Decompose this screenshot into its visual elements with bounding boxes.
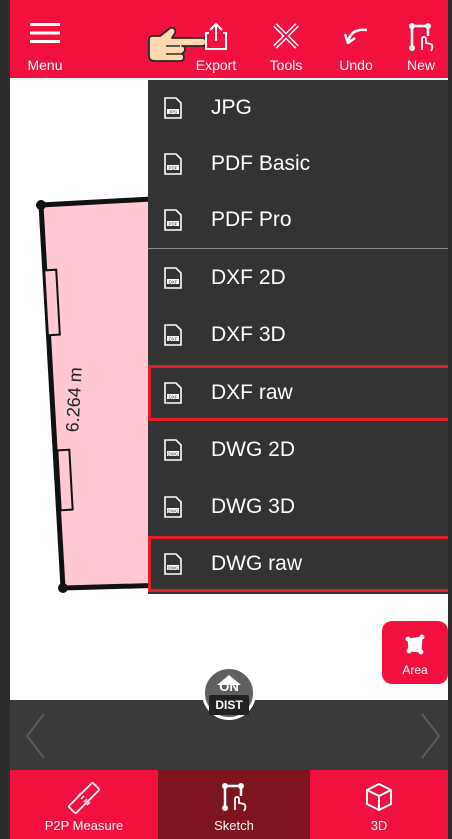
window-lower (56, 448, 74, 512)
svg-text:PDF: PDF (169, 221, 178, 226)
file-icon: JPG (164, 97, 182, 124)
tab-3d[interactable]: 3D (310, 770, 448, 839)
menu-item-label: PDF Pro (211, 208, 292, 231)
new-button[interactable]: New (394, 0, 448, 78)
svg-text:PDF: PDF (169, 165, 178, 170)
tools-icon (272, 22, 300, 55)
svg-text:DXF: DXF (169, 279, 178, 284)
export-item-dxf-raw[interactable]: DXF DXF raw (148, 365, 452, 421)
screen-edge (448, 0, 452, 839)
menu-divider (148, 248, 452, 249)
export-item-dxf-3d[interactable]: DXF DXF 3D (148, 307, 452, 363)
export-button[interactable]: Export (186, 0, 246, 78)
svg-text:JPG: JPG (169, 109, 178, 114)
share-export-icon (205, 22, 227, 55)
area-label: Area (402, 663, 428, 677)
file-icon: DXF (164, 382, 182, 409)
tab-label: 3D (370, 818, 388, 833)
svg-text:DWG: DWG (168, 565, 179, 570)
on-label: ON (219, 679, 239, 694)
chevron-left-icon[interactable] (24, 712, 46, 765)
file-icon: DXF (164, 267, 182, 294)
menu-item-label: JPG (211, 96, 252, 119)
svg-text:DWG: DWG (168, 508, 179, 513)
app-frame: Menu Export Tools Undo New 6.264 m JPG J… (0, 0, 452, 839)
tools-label: Tools (269, 57, 303, 73)
screen-edge (0, 0, 10, 839)
tab-label: Sketch (214, 818, 254, 833)
corner-point[interactable] (58, 583, 68, 593)
new-label: New (406, 57, 435, 73)
file-icon: DWG (164, 553, 182, 580)
file-icon: DWG (164, 439, 182, 466)
file-icon: PDF (164, 209, 182, 236)
ondist-button[interactable]: ON DIST (202, 666, 256, 720)
menu-item-label: DWG 2D (211, 438, 295, 461)
tab-sketch[interactable]: Sketch (158, 770, 310, 839)
tab-p2p-measure[interactable]: P2P Measure (10, 770, 158, 839)
undo-button[interactable]: Undo (326, 0, 386, 78)
hamburger-icon (30, 22, 60, 49)
menu-item-label: DXF 2D (211, 266, 286, 289)
svg-text:DWG: DWG (168, 451, 179, 456)
tab-label: P2P Measure (44, 818, 124, 833)
new-sketch-icon (408, 22, 434, 57)
area-icon (404, 634, 426, 661)
bottom-tab-bar: P2P Measure Sketch 3D (10, 770, 448, 839)
export-item-dwg-raw[interactable]: DWG DWG raw (148, 536, 452, 592)
menu-button[interactable]: Menu (10, 0, 80, 78)
export-item-jpg[interactable]: JPG JPG (148, 80, 452, 136)
svg-text:DXF: DXF (169, 336, 178, 341)
menu-item-label: DWG raw (211, 552, 302, 575)
export-item-dwg-2d[interactable]: DWG DWG 2D (148, 422, 452, 478)
ruler-icon (67, 781, 101, 819)
menu-item-label: DWG 3D (211, 495, 295, 518)
export-item-pdf-pro[interactable]: PDF PDF Pro (148, 192, 452, 248)
export-item-pdf-basic[interactable]: PDF PDF Basic (148, 136, 452, 192)
area-button[interactable]: Area (382, 621, 448, 684)
sketch-icon (221, 782, 247, 817)
file-icon: DXF (164, 324, 182, 351)
wall-measurement[interactable]: 6.264 m (62, 367, 85, 433)
dist-label: DIST (209, 695, 249, 715)
export-item-dwg-3d[interactable]: DWG DWG 3D (148, 479, 452, 535)
menu-item-label: PDF Basic (211, 152, 311, 175)
export-dropdown-menu: JPG JPG PDF PDF Basic PDF PDF Pro DXF DX… (148, 80, 452, 594)
file-icon: DWG (164, 496, 182, 523)
tools-button[interactable]: Tools (256, 0, 316, 78)
export-label: Export (195, 57, 237, 73)
svg-text:DXF: DXF (169, 394, 178, 399)
chevron-right-icon[interactable] (420, 712, 442, 765)
undo-label: Undo (339, 57, 373, 73)
cube-icon (364, 782, 394, 817)
menu-item-label: DXF 3D (211, 323, 286, 346)
file-icon: PDF (164, 153, 182, 180)
window-upper (43, 268, 61, 337)
export-item-dxf-2d[interactable]: DXF DXF 2D (148, 250, 452, 306)
top-toolbar: Menu Export Tools Undo New (10, 0, 448, 78)
undo-icon (343, 22, 369, 49)
menu-item-label: DXF raw (211, 381, 293, 404)
menu-label: Menu (27, 57, 63, 73)
corner-point[interactable] (36, 200, 46, 210)
